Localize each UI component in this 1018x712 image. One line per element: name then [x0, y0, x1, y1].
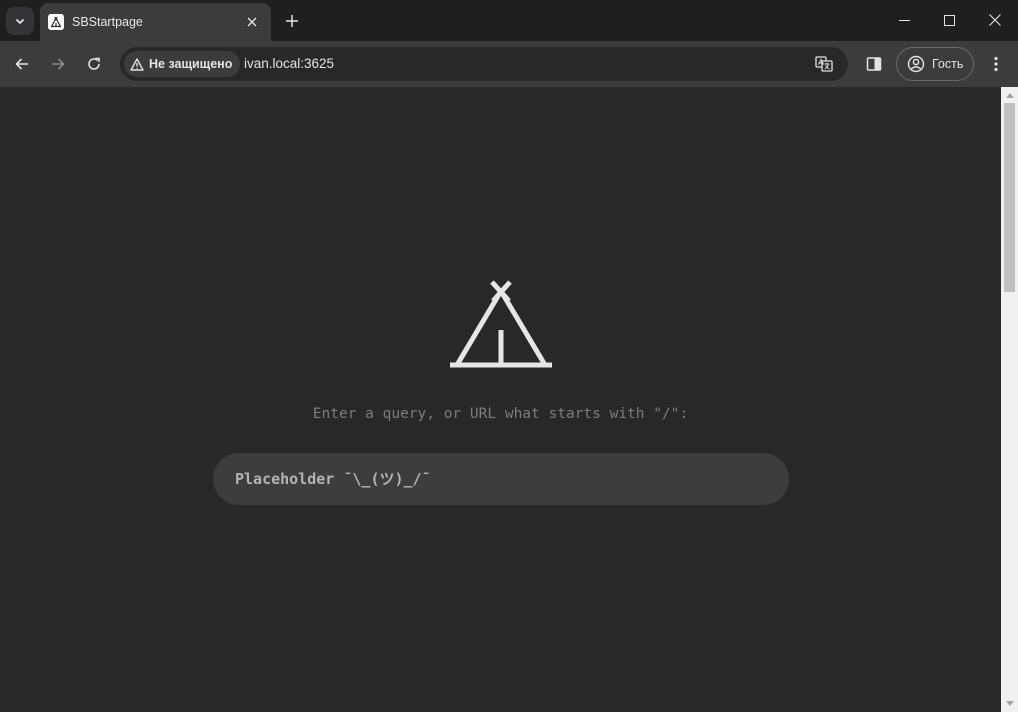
side-panel-icon [866, 57, 882, 71]
reload-button[interactable] [80, 50, 108, 78]
profile-label: Гость [932, 57, 964, 71]
forward-arrow-icon [52, 58, 65, 70]
address-bar[interactable]: Не защищено ivan.local:3625 [120, 47, 848, 81]
security-chip[interactable]: Не защищено [124, 51, 241, 77]
minimize-button[interactable] [881, 0, 927, 40]
scroll-down-button[interactable] [1001, 695, 1018, 712]
security-label: Не защищено [149, 57, 233, 71]
side-panel-button[interactable] [860, 50, 888, 78]
maximize-button[interactable] [926, 0, 972, 40]
browser-menu-button[interactable] [982, 50, 1010, 78]
tent-icon [450, 280, 552, 368]
maximize-icon [943, 14, 955, 26]
plus-icon [286, 15, 298, 27]
forward-button[interactable] [44, 50, 72, 78]
kebab-menu-icon [994, 56, 998, 72]
url-text[interactable]: ivan.local:3625 [244, 47, 334, 81]
scroll-up-button[interactable] [1001, 87, 1018, 104]
page-scrollbar[interactable] [1001, 87, 1018, 712]
new-tab-button[interactable] [280, 9, 304, 33]
person-icon [907, 55, 925, 73]
tab-search-button[interactable] [6, 7, 34, 35]
search-input[interactable] [213, 453, 789, 505]
tab-title: SBStartpage [72, 15, 143, 29]
back-arrow-icon [15, 58, 28, 70]
caret-up-icon [1005, 93, 1014, 98]
minimize-icon [898, 19, 910, 21]
translate-button[interactable] [814, 54, 834, 74]
browser-toolbar: Не защищено ivan.local:3625 Гость [0, 41, 1018, 87]
close-icon [247, 17, 257, 27]
scrollbar-thumb[interactable] [1004, 103, 1015, 292]
chevron-down-icon [15, 18, 25, 25]
window-close-button[interactable] [972, 0, 1018, 40]
warning-icon [130, 57, 144, 71]
active-tab[interactable]: SBStartpage [40, 3, 271, 41]
profile-button[interactable]: Гость [896, 47, 974, 81]
page-content: Enter a query, or URL what starts with "… [0, 87, 1001, 712]
translate-icon [815, 56, 833, 72]
back-button[interactable] [8, 50, 36, 78]
tent-icon [48, 14, 64, 30]
caret-down-icon [1005, 701, 1014, 706]
tab-strip: SBStartpage [0, 0, 1018, 41]
search-hint: Enter a query, or URL what starts with "… [312, 406, 689, 422]
reload-icon [88, 57, 100, 70]
close-icon [989, 14, 1001, 26]
tab-close-button[interactable] [243, 13, 261, 31]
